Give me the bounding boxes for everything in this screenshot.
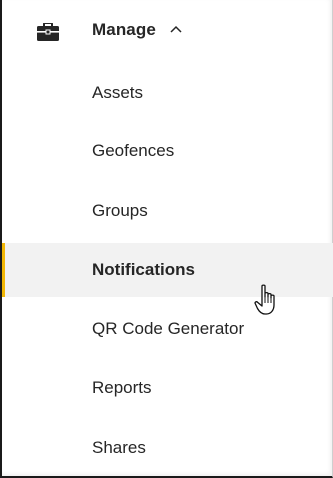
menu-item-label: QR Code Generator	[92, 319, 245, 338]
menu-item-assets[interactable]: Assets	[2, 66, 333, 120]
menu-item-label: Geofences	[92, 141, 175, 160]
side-menu-panel: Manage Assets Geofences Groups Notificat…	[0, 0, 333, 478]
manage-section-header[interactable]: Manage	[2, 8, 333, 54]
menu-item-label: Notifications	[92, 260, 195, 279]
chevron-up-icon[interactable]	[170, 24, 182, 34]
menu-item-shares[interactable]: Shares	[2, 421, 333, 475]
menu-item-label: Reports	[92, 378, 152, 397]
briefcase-icon	[37, 23, 59, 41]
menu-item-label: Assets	[92, 83, 144, 102]
menu-item-label: Groups	[92, 201, 148, 220]
menu-item-label: Shares	[92, 438, 146, 457]
menu-item-notifications[interactable]: Notifications	[2, 243, 333, 297]
manage-title: Manage	[92, 20, 156, 39]
menu-item-geofences[interactable]: Geofences	[2, 124, 333, 178]
menu-item-reports[interactable]: Reports	[2, 361, 333, 415]
menu-item-groups[interactable]: Groups	[2, 184, 333, 238]
hand-pointer-icon	[254, 284, 275, 315]
active-indicator	[2, 243, 5, 297]
menu-item-qr-code-generator[interactable]: QR Code Generator	[2, 302, 333, 356]
